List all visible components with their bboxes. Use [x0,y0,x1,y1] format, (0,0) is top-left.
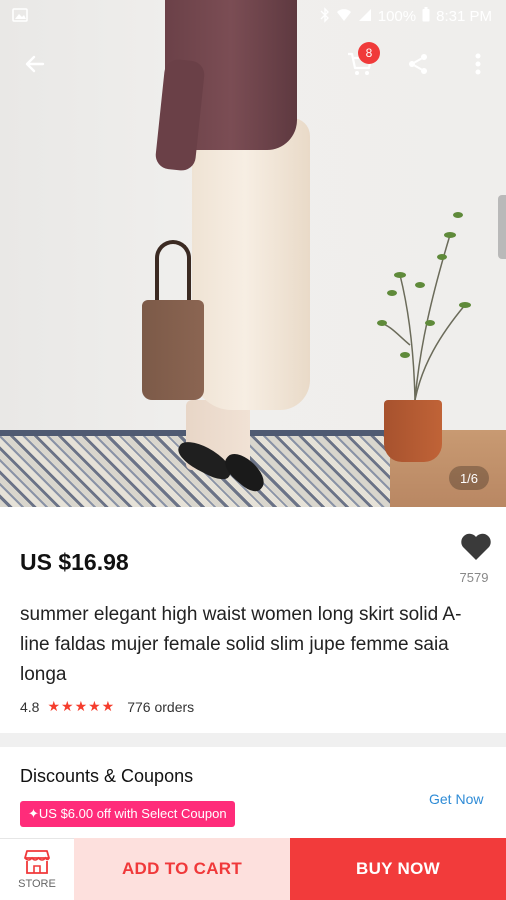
wifi-icon [336,8,352,25]
image-plant [377,212,471,401]
signal-icon [358,8,372,25]
coupons-heading: Discounts & Coupons [20,766,194,786]
image-plant-pot [384,400,442,462]
buy-now-button[interactable]: BUY NOW [290,838,506,900]
orders-count: 776 orders [127,698,195,715]
clock-time: 8:31 PM [436,7,492,25]
status-bar: 100% 8:31 PM [0,0,506,32]
status-right: 100% 8:31 PM [320,6,492,26]
more-vertical-icon [475,53,481,75]
image-edge-handle [498,195,506,259]
store-icon [24,850,50,874]
heart-icon [461,533,491,560]
coupon-tag[interactable]: ✦US $6.00 off with Select Coupon [20,801,235,827]
image-toolbar: 8 [0,36,506,92]
battery-icon [422,7,430,25]
image-handbag [142,300,204,400]
battery-percent: 100% [377,7,417,25]
add-to-cart-button[interactable]: ADD TO CART [74,838,290,900]
wishlist-button[interactable] [456,530,496,566]
back-button[interactable] [15,44,55,84]
section-divider [0,733,506,747]
product-image[interactable]: 100% 8:31 PM 8 1/6 [0,0,506,507]
gallery-notification-icon [12,7,28,25]
image-skirt [192,118,310,410]
cart-button[interactable]: 8 [340,42,380,84]
arrow-left-icon [25,55,45,73]
product-price: US $16.98 [20,549,129,575]
share-button[interactable] [398,44,438,84]
rating-value: 4.8 [20,698,40,715]
more-options-button[interactable] [458,44,498,84]
store-button[interactable]: STORE [0,838,74,900]
rating-row[interactable]: 4.8 ★★★★★ 776 orders [20,698,194,715]
bottom-action-bar: STORE ADD TO CART BUY NOW [0,838,506,900]
image-counter: 1/6 [449,466,489,490]
cart-count-badge: 8 [358,42,380,64]
product-title: summer elegant high waist women long ski… [20,604,462,685]
get-now-link[interactable]: Get Now [429,791,483,807]
share-icon [409,54,427,74]
wishlist-count: 7579 [459,570,489,585]
store-label: STORE [18,878,56,890]
bluetooth-icon [320,6,330,26]
rating-stars: ★★★★★ [47,698,116,714]
